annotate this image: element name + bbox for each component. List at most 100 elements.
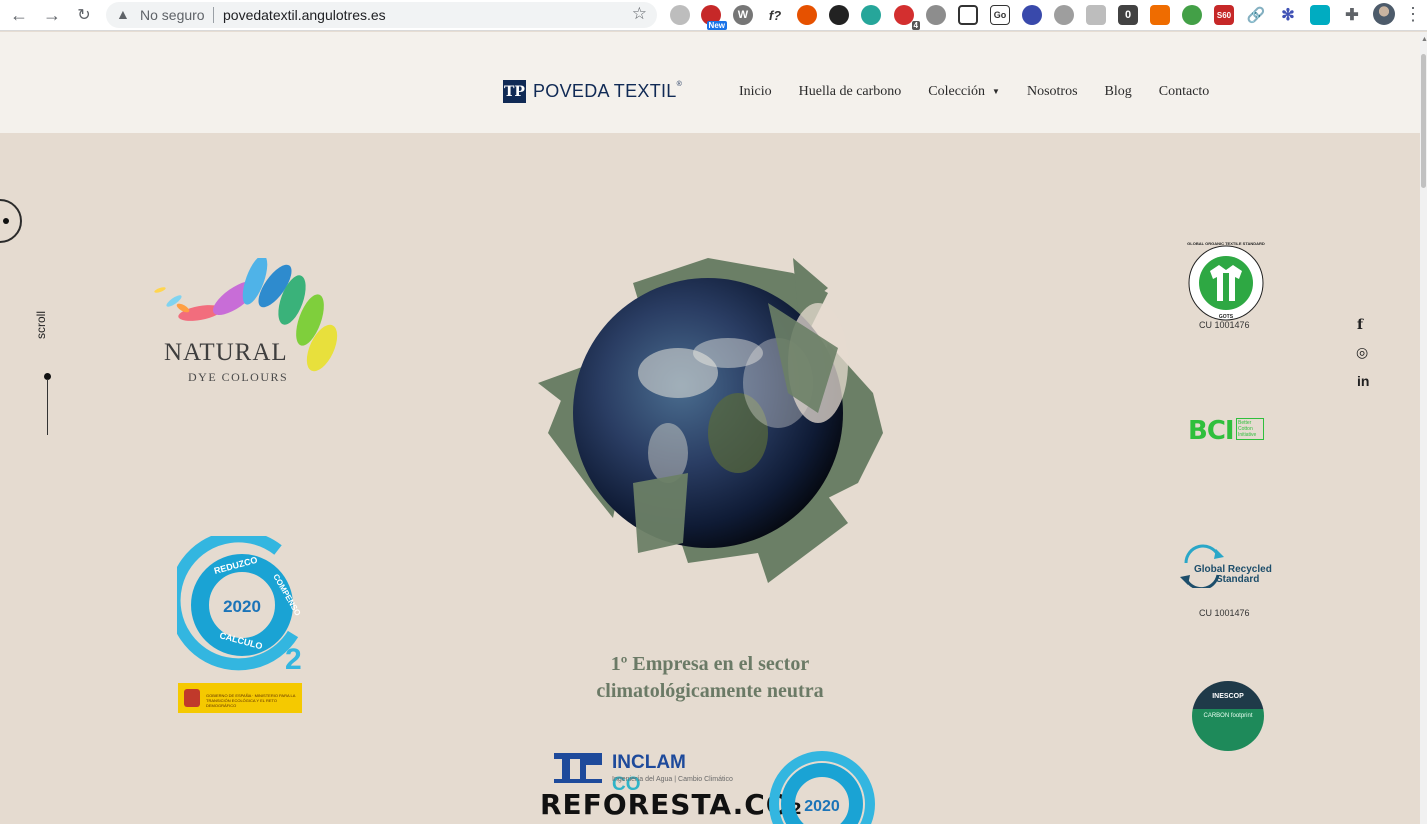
main-nav: Inicio Huella de carbono Colección ▼ Noso…: [739, 84, 1236, 100]
reduzco-ring-icon: 2020 REDUZCO COMPENSO CALCULO 2: [168, 530, 302, 676]
profile-avatar[interactable]: [1373, 3, 1395, 25]
extension-chrome-icon[interactable]: [1182, 5, 1202, 25]
brand-logo[interactable]: TP POVEDA TEXTIL®: [503, 80, 682, 103]
reforesta-co2-logo: REFORESTA.CO2: [540, 788, 803, 821]
scroll-label: scroll: [34, 310, 48, 339]
recycle-globe-illustration: [538, 253, 884, 589]
extension-feather-icon[interactable]: [1086, 5, 1106, 25]
gear-extension-icon[interactable]: [926, 5, 946, 25]
extension-zero-icon[interactable]: 0: [1118, 5, 1138, 25]
extension-gray-icon[interactable]: [1054, 5, 1074, 25]
grs-line-2: Standard: [1216, 574, 1260, 585]
bookmark-star-icon[interactable]: ☆: [632, 4, 647, 24]
nav-item-inicio[interactable]: Inicio: [739, 84, 772, 100]
reduzco-compenso-badge: 2020 REDUZCO COMPENSO CALCULO 2: [168, 530, 307, 676]
reload-icon[interactable]: ↻: [72, 4, 96, 26]
bci-letters: BCI: [1188, 416, 1235, 446]
extension-teal-icon[interactable]: [1310, 5, 1330, 25]
extension-star-icon[interactable]: ✻: [1278, 5, 1298, 25]
gobierno-text: GOBIERNO DE ESPAÑA · MINISTERIO PARA LA …: [206, 693, 296, 708]
bci-small-text: Better Cotton Initiative: [1236, 418, 1264, 440]
warning-icon: ▲: [116, 6, 130, 22]
spain-coat-of-arms-icon: [184, 689, 200, 707]
nav-item-nosotros[interactable]: Nosotros: [1027, 84, 1078, 100]
fire-extension-icon[interactable]: [797, 5, 817, 25]
brand-name: POVEDA TEXTIL®: [533, 81, 682, 102]
inescop-title: INESCOP: [1212, 693, 1244, 700]
inclam-subtitle: Ingeniería del Agua | Cambio Climático: [612, 776, 733, 783]
reduzco-compenso-badge-small: 2020: [767, 749, 877, 824]
scroll-indicator-line: [47, 379, 48, 435]
reduzco-co2-subscript: 2: [285, 643, 302, 676]
forward-arrow-icon[interactable]: →: [40, 4, 64, 26]
page-scrollbar[interactable]: ▲: [1420, 32, 1427, 824]
gots-shirt-icon: [1188, 245, 1264, 321]
tagline-line-1: 1º Empresa en el sector: [610, 653, 810, 675]
natural-subtitle: DYE COLOURS: [188, 370, 289, 384]
caret-down-icon: ▼: [992, 87, 1000, 97]
reduzco-ring-small-icon: 2020: [769, 751, 875, 824]
hero-section: scroll f ◎ in NATURAL DYE COLOURS 2020 R…: [0, 133, 1420, 824]
recycle-globe-icon: [538, 258, 883, 583]
url-text[interactable]: povedatextil.angulotres.es: [223, 7, 386, 23]
gobierno-espana-logo: GOBIERNO DE ESPAÑA · MINISTERIO PARA LA …: [178, 683, 302, 713]
reduzco-year: 2020: [223, 597, 261, 616]
browser-toolbar: ← → ↻ ▲ No seguro povedatextil.angulotre…: [0, 0, 1427, 31]
new-badge: New: [706, 21, 727, 30]
hero-tagline: 1º Empresa en el sector climatológicamen…: [545, 651, 875, 705]
inescop-subtitle: CARBON footprint: [1203, 713, 1253, 719]
extension-s60-icon[interactable]: S60: [1214, 5, 1234, 25]
window-extension-icon[interactable]: [958, 5, 978, 25]
reduzco-small-year: 2020: [804, 798, 840, 815]
colour-leaves-icon: [154, 255, 338, 372]
natural-dye-colours-logo: NATURAL DYE COLOURS: [140, 255, 345, 388]
linkedin-icon[interactable]: in: [1357, 373, 1369, 389]
nav-item-coleccion-label: Colección: [928, 84, 986, 99]
back-arrow-icon[interactable]: ←: [7, 4, 31, 26]
natural-title: NATURAL: [164, 339, 288, 366]
font-finder-icon[interactable]: f?: [765, 5, 785, 25]
address-bar[interactable]: ▲ No seguro povedatextil.angulotres.es ☆: [106, 2, 657, 28]
extension-icon[interactable]: [670, 5, 690, 25]
brand-reg-mark: ®: [676, 81, 683, 88]
gots-cu-number: CU 1001476: [1199, 320, 1250, 330]
nav-item-blog[interactable]: Blog: [1105, 84, 1132, 100]
puzzle-icon[interactable]: ✚: [1342, 5, 1362, 25]
extension-new-icon[interactable]: New: [701, 5, 727, 30]
brand-mark-icon: TP: [503, 80, 526, 103]
bci-logo: BCI Better Cotton Initiative: [1188, 416, 1264, 446]
extension-circle-icon[interactable]: [829, 5, 849, 25]
count-badge: 4: [911, 21, 920, 30]
global-recycled-standard-logo: Global Recycled Standard: [1178, 543, 1278, 593]
link-icon[interactable]: 🔗: [1246, 5, 1266, 25]
inescop-carbon-footprint-badge: INESCOP CARBON footprint: [1192, 681, 1264, 751]
reforesta-text: REFORESTA.CO: [540, 788, 791, 821]
tagline-line-2: climatológicamente neutra: [596, 680, 824, 702]
nav-item-coleccion[interactable]: Colección ▼: [928, 84, 1000, 100]
inclam-mark-icon: [554, 753, 602, 783]
brand-name-text: POVEDA TEXTIL: [533, 81, 677, 101]
grs-text: Global Recycled Standard: [1194, 565, 1272, 585]
wordpress-icon[interactable]: W: [733, 5, 753, 25]
instagram-icon[interactable]: ◎: [1356, 344, 1368, 361]
site-header: TP POVEDA TEXTIL® Inicio Huella de carbo…: [0, 32, 1420, 133]
toggle-dot-icon: [3, 218, 9, 224]
grs-cu-number: CU 1001476: [1199, 608, 1250, 618]
inclam-co2-logo: INCLAM CO Ingeniería del Agua | Cambio C…: [554, 751, 733, 795]
link-extension-icon[interactable]: Go: [990, 5, 1010, 25]
extension-green-icon[interactable]: [861, 5, 881, 25]
nav-item-contacto[interactable]: Contacto: [1159, 84, 1210, 100]
side-menu-toggle[interactable]: [0, 199, 22, 243]
gots-title: GLOBAL ORGANIC TEXTILE STANDARD: [1187, 241, 1265, 246]
inclam-name-text: INCLAM: [612, 752, 686, 773]
extension-orange-icon[interactable]: [1150, 5, 1170, 25]
scrollbar-thumb[interactable]: [1421, 54, 1426, 188]
facebook-icon[interactable]: f: [1357, 317, 1363, 333]
scroll-up-arrow-icon[interactable]: ▲: [1421, 36, 1427, 43]
security-label[interactable]: No seguro: [140, 7, 205, 23]
more-menu-icon[interactable]: ⋮: [1404, 4, 1422, 25]
extension-count-icon[interactable]: 4: [894, 5, 920, 30]
nav-item-huella-de-carbono[interactable]: Huella de carbono: [799, 84, 902, 100]
omnibox-separator: [213, 7, 214, 23]
extension-blue-icon[interactable]: [1022, 5, 1042, 25]
